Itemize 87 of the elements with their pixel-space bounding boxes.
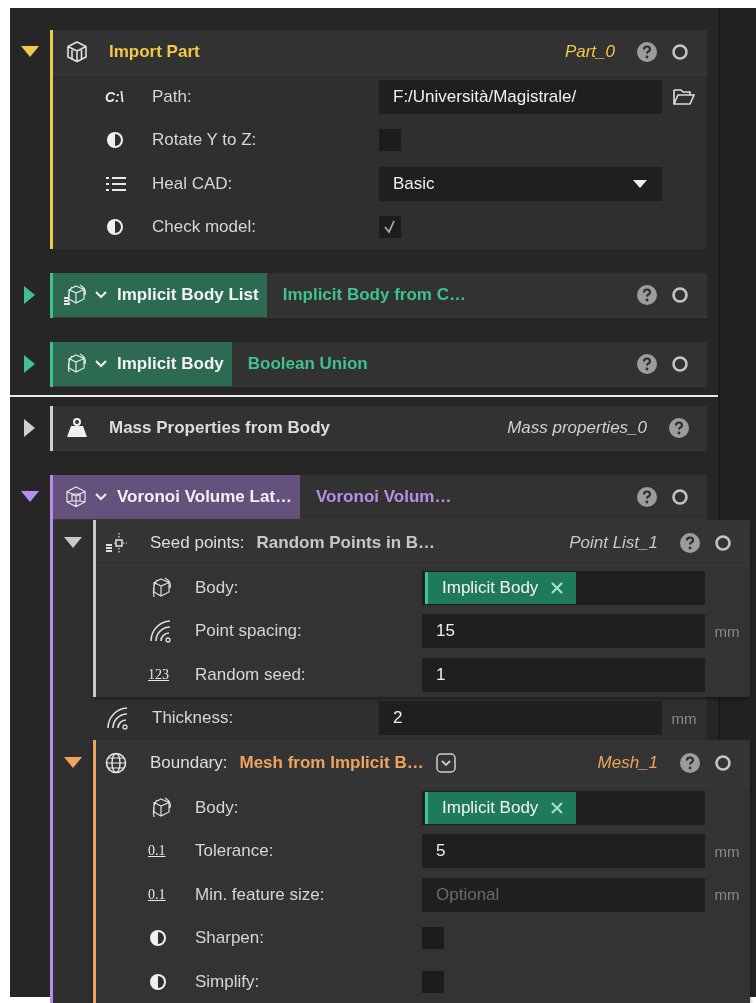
unit-label: mm: [671, 709, 697, 727]
field-label: Heal CAD:: [152, 173, 234, 194]
check-icon: [382, 219, 398, 236]
remove-icon[interactable]: [550, 800, 565, 815]
field-label: Path:: [152, 86, 193, 107]
contrast-icon: [148, 971, 168, 992]
output-port-icon[interactable]: [671, 286, 689, 304]
checkbox[interactable]: [379, 216, 401, 239]
node-title-tab[interactable]: Implicit Body List: [53, 273, 267, 317]
weight-icon: [65, 417, 89, 439]
folder-icon[interactable]: [672, 86, 696, 107]
chevron-icon[interactable]: [95, 360, 107, 368]
body-tag[interactable]: Implicit Body: [425, 791, 577, 824]
chevron-icon[interactable]: [95, 291, 107, 299]
node-title: Import Part: [109, 42, 200, 62]
field-label: Thickness:: [152, 708, 235, 729]
input-label: Boundary:: [150, 752, 228, 773]
remove-icon[interactable]: [550, 580, 565, 595]
node-title-tab[interactable]: Implicit Body: [53, 342, 232, 386]
node-title: Implicit Body List: [117, 285, 259, 305]
reference-field[interactable]: Implicit Body: [422, 790, 705, 825]
unit-label: mm: [714, 886, 740, 904]
help-icon[interactable]: [637, 285, 657, 305]
reference-field[interactable]: Implicit Body: [422, 570, 705, 605]
type-label: 123: [148, 666, 169, 683]
mesh-cube-icon: [63, 283, 89, 307]
output-port-icon[interactable]: [671, 43, 689, 61]
node-subtitle: Implicit Body from C…: [282, 285, 466, 305]
node-title: Mass Properties from Body: [109, 418, 331, 438]
chevron-icon[interactable]: [95, 493, 107, 501]
type-label: C:\: [105, 88, 124, 105]
field-label: Sharpen:: [195, 928, 265, 949]
node-title: Implicit Body: [117, 354, 224, 374]
unit-label: mm: [714, 842, 740, 860]
contrast-icon: [105, 217, 125, 238]
unit-label: mm: [714, 622, 740, 640]
lattice-cube-icon: [63, 485, 89, 509]
dropdown[interactable]: Basic: [379, 166, 662, 201]
globe-icon: [104, 750, 128, 775]
type-label: 0.1: [148, 886, 166, 903]
field-label: Min. feature size:: [195, 884, 326, 905]
node-title: Voronoi Volume Lat…: [117, 487, 293, 507]
cube-icon: [65, 40, 89, 64]
field-label: Check model:: [152, 217, 257, 238]
signal-arc-icon: [148, 619, 174, 644]
field-label: Tolerance:: [195, 841, 275, 862]
input-label: Seed points:: [150, 532, 245, 553]
output-port-icon[interactable]: [714, 753, 732, 772]
number-field[interactable]: 1: [422, 657, 705, 692]
help-icon[interactable]: [680, 532, 700, 553]
output-port-icon[interactable]: [714, 533, 732, 552]
output-port-icon[interactable]: [671, 355, 689, 373]
node-subtitle: Voronoi Volum…: [316, 487, 452, 507]
point-list-icon: [104, 530, 128, 555]
field-label: Point spacing:: [195, 621, 303, 642]
help-icon[interactable]: [680, 752, 700, 773]
help-icon[interactable]: [637, 487, 657, 507]
field-label: Body:: [195, 797, 240, 818]
signal-arc-icon: [105, 706, 131, 731]
help-icon[interactable]: [637, 354, 657, 374]
output-port-icon[interactable]: [671, 488, 689, 506]
number-field[interactable]: 15: [422, 614, 705, 649]
help-icon[interactable]: [669, 418, 689, 438]
body-tag[interactable]: Implicit Body: [425, 571, 577, 604]
field-label: Rotate Y to Z:: [152, 130, 258, 151]
output-name: Mass properties_0: [507, 418, 647, 438]
output-name: Point List_1: [569, 532, 658, 553]
path-field[interactable]: F:/Università/Magistrale/: [379, 79, 662, 114]
output-name: Part_0: [564, 42, 615, 62]
number-field[interactable]: 2: [379, 701, 662, 736]
number-field[interactable]: 5: [422, 834, 705, 869]
dropdown-icon[interactable]: [435, 752, 456, 773]
source-title: Mesh from Implicit B…: [239, 752, 424, 773]
contrast-icon: [105, 130, 125, 151]
output-name: Mesh_1: [597, 752, 658, 773]
contrast-icon: [148, 928, 168, 949]
caret-icon: [632, 178, 648, 189]
list-icon: [105, 174, 127, 193]
field-label: Random seed:: [195, 664, 307, 685]
node-subtitle: Boolean Union: [247, 354, 368, 374]
node-title-tab[interactable]: Voronoi Volume Lat…: [53, 475, 301, 519]
help-icon[interactable]: [637, 42, 657, 62]
number-field[interactable]: Optional: [422, 877, 705, 912]
type-label: 0.1: [148, 843, 166, 860]
source-title: Random Points in B…: [256, 532, 435, 553]
field-label: Body:: [195, 577, 240, 598]
field-label: Simplify:: [195, 971, 261, 992]
